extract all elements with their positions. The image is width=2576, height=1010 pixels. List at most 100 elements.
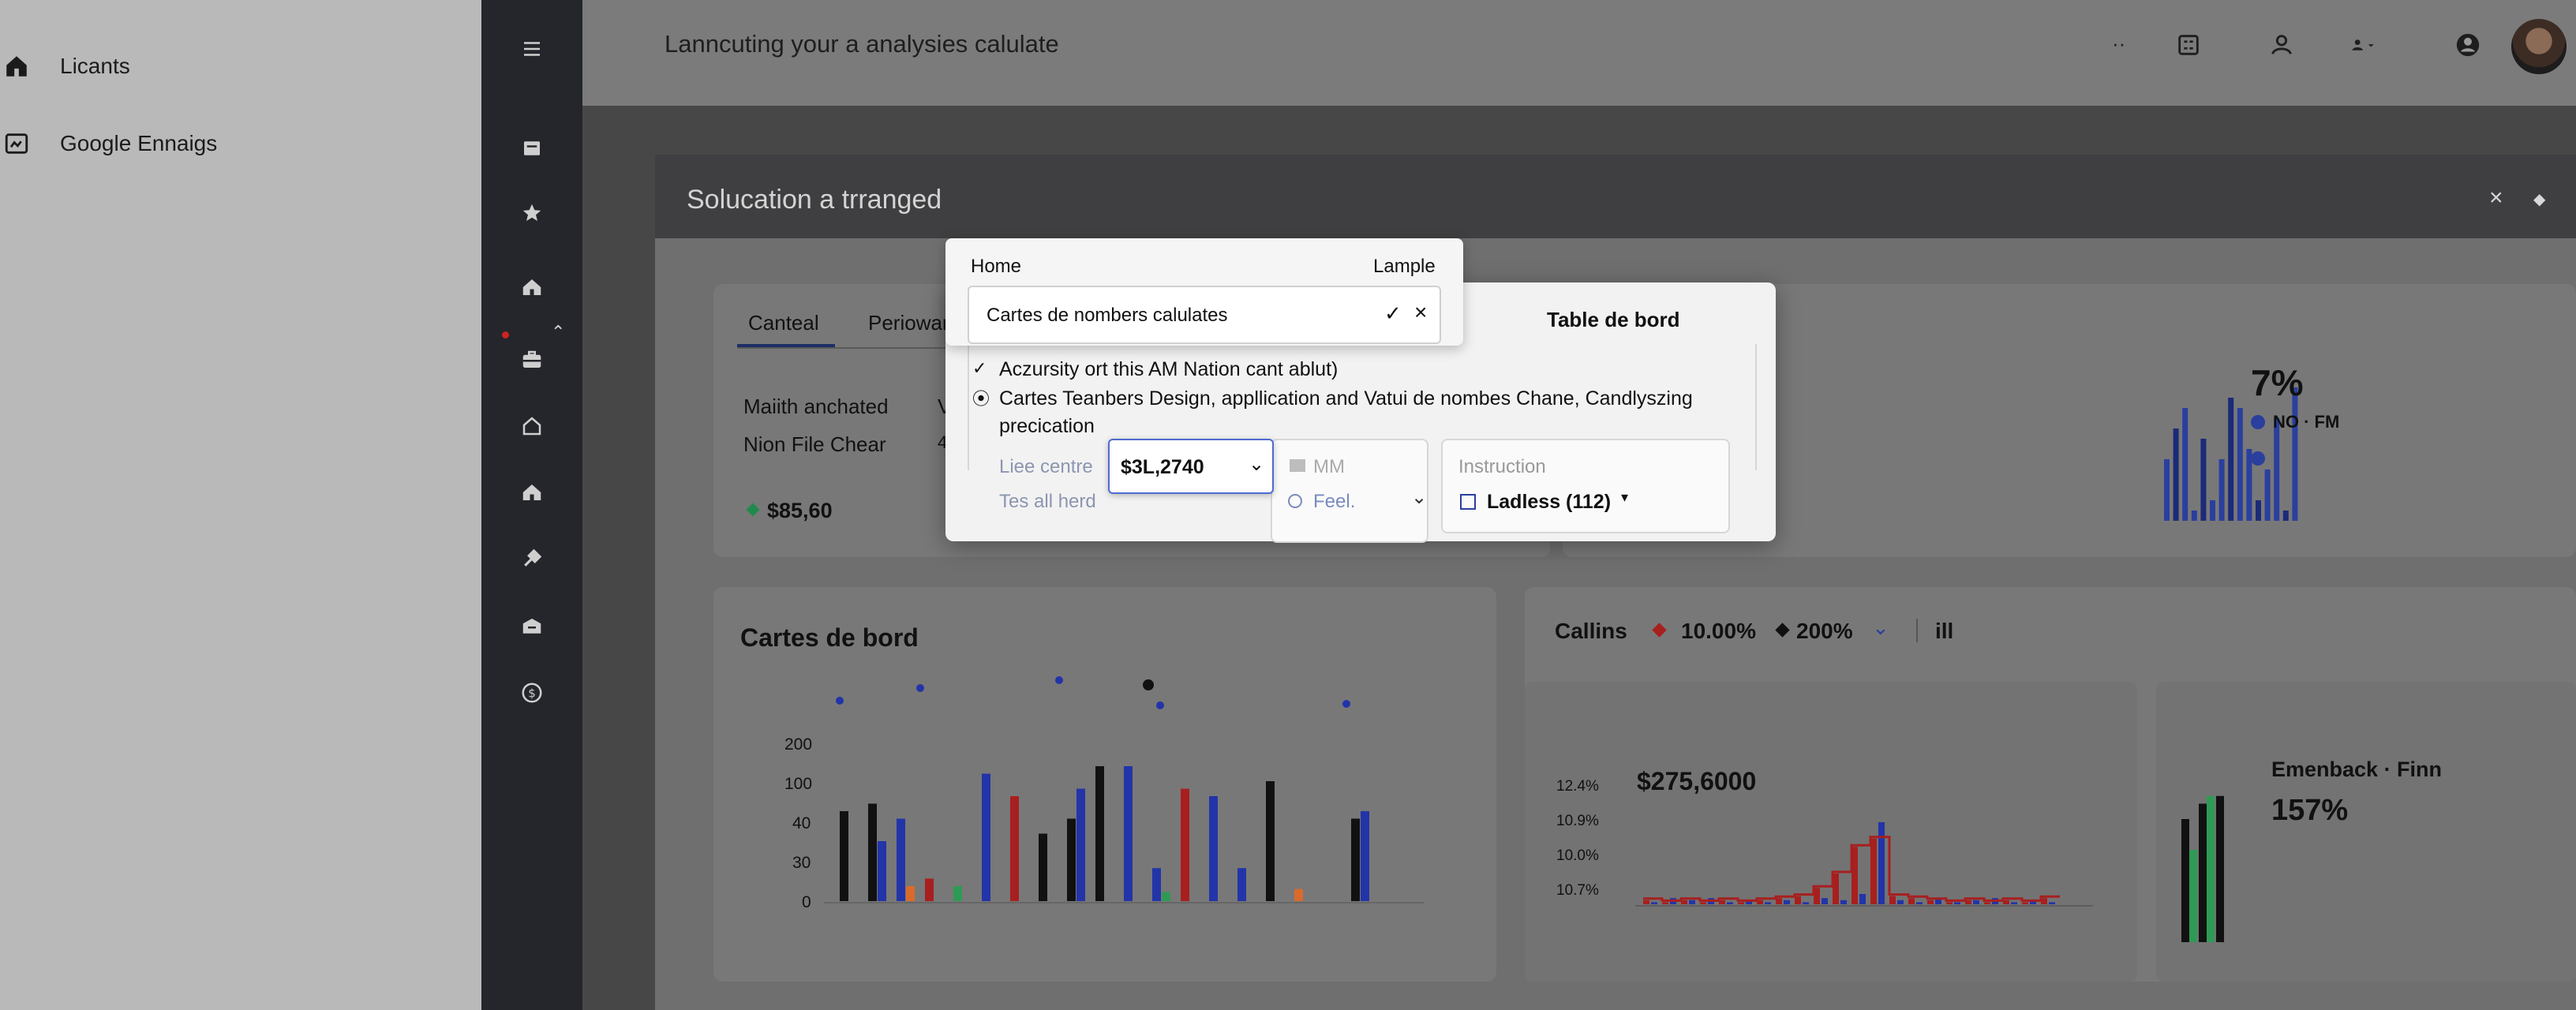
dialog-head-left: Home bbox=[971, 256, 1022, 277]
list-item-check[interactable]: Aczursity ort this AM Nation cant ablut) bbox=[999, 358, 1338, 381]
summary-amount: $85,60 bbox=[767, 499, 833, 522]
bar bbox=[1124, 766, 1133, 901]
bar bbox=[953, 886, 962, 901]
bar bbox=[1908, 898, 1915, 904]
mini-bar bbox=[2237, 408, 2243, 521]
mini-bar bbox=[2282, 511, 2289, 521]
dollar-icon[interactable]: $ bbox=[513, 674, 551, 712]
left-panel: Licants Google Ennaigs bbox=[0, 0, 481, 1010]
bar bbox=[1181, 788, 1189, 901]
pin-icon[interactable]: ◆ bbox=[2533, 189, 2545, 209]
mini-bar bbox=[2274, 418, 2280, 521]
bar bbox=[2022, 902, 2028, 904]
bar bbox=[1973, 900, 1979, 904]
avatar[interactable] bbox=[2511, 19, 2567, 74]
menu-icon[interactable] bbox=[513, 30, 551, 68]
scatter-point bbox=[916, 684, 924, 692]
star-icon[interactable] bbox=[513, 194, 551, 232]
bar bbox=[925, 878, 934, 901]
dialog-header-card: Home Lample Cartes de nombers calulates … bbox=[945, 238, 1463, 346]
nav-item-label: Licants bbox=[60, 54, 130, 78]
bar bbox=[840, 811, 848, 901]
bar bbox=[1651, 902, 1657, 904]
bar bbox=[1700, 902, 1706, 904]
bar bbox=[1738, 902, 1744, 904]
account-menu-icon[interactable] bbox=[2331, 24, 2394, 66]
bar bbox=[1266, 781, 1275, 901]
more-dots[interactable]: ·· bbox=[2112, 32, 2125, 56]
bar bbox=[1067, 818, 1076, 901]
feel-label: Feel. bbox=[1313, 491, 1356, 512]
confirm-check-icon[interactable]: ✓ bbox=[1384, 301, 1402, 326]
bar bbox=[1643, 900, 1649, 904]
mini-bar bbox=[2164, 459, 2170, 521]
callins-card: Callins 10.00% 200% ⌄ ill $275,6000 12.4… bbox=[1525, 587, 2576, 982]
field-label: Tes all herd bbox=[999, 491, 1096, 512]
chevron-up-icon[interactable]: ⌃ bbox=[551, 322, 565, 342]
ladless-label: Ladless (112) bbox=[1487, 491, 1612, 513]
profile-circle-icon[interactable] bbox=[2447, 24, 2489, 66]
page-title: Lanncuting your a analysies calulate bbox=[665, 30, 1059, 58]
bar bbox=[1294, 888, 1303, 901]
instruction-field[interactable] bbox=[1441, 439, 1730, 533]
tools-icon[interactable] bbox=[513, 540, 551, 578]
building-icon[interactable] bbox=[513, 473, 551, 511]
checkbox[interactable] bbox=[1460, 494, 1476, 510]
bar bbox=[1010, 796, 1019, 901]
side-title: Table de bord bbox=[1547, 308, 1680, 331]
mini-bar bbox=[2210, 500, 2215, 521]
radio-icon[interactable] bbox=[1288, 494, 1302, 508]
bar bbox=[1784, 900, 1790, 904]
nav-item-licants[interactable]: Licants bbox=[0, 43, 130, 90]
bar bbox=[1765, 902, 1771, 904]
bar bbox=[1889, 896, 1896, 904]
amount-select-value: $3L,2740 bbox=[1121, 456, 1204, 478]
home-icon[interactable] bbox=[513, 407, 551, 445]
scatter-point bbox=[1156, 701, 1164, 709]
bar bbox=[1689, 900, 1695, 904]
bar bbox=[1822, 898, 1828, 904]
legend-label: NO · FM bbox=[2273, 412, 2340, 432]
close-icon[interactable]: × bbox=[1414, 300, 1427, 325]
mini-bar bbox=[2228, 398, 2234, 521]
bar bbox=[2207, 795, 2215, 942]
amount-select[interactable]: $3L,2740 ⌄ bbox=[1108, 439, 1274, 494]
list-item-radio[interactable]: Cartes Teanbers Design, appllication and… bbox=[999, 385, 1709, 440]
user-icon[interactable] bbox=[2260, 24, 2303, 66]
dashboard-icon[interactable] bbox=[513, 268, 551, 306]
mm-label: MM bbox=[1313, 456, 1345, 477]
briefcase-icon[interactable] bbox=[513, 341, 551, 379]
combo-input[interactable]: Cartes de nombers calulates ✓ × bbox=[968, 286, 1441, 344]
notification-dot bbox=[502, 331, 509, 339]
bar bbox=[878, 841, 886, 901]
legend-dot bbox=[2251, 415, 2265, 429]
window-header: Solucation a trranged × ◆ bbox=[655, 155, 2576, 238]
percent-value: 7% bbox=[2251, 362, 2304, 403]
bar bbox=[2199, 803, 2207, 942]
nav-item-label: Google Ennaigs bbox=[60, 131, 218, 155]
chevron-down-icon[interactable]: ⌄ bbox=[1411, 486, 1427, 509]
bar bbox=[1878, 822, 1885, 904]
tab-divider bbox=[737, 347, 974, 349]
bar bbox=[2049, 902, 2055, 904]
mini-bar bbox=[2182, 408, 2188, 521]
close-icon[interactable]: × bbox=[2489, 185, 2503, 211]
layout-icon[interactable] bbox=[513, 129, 551, 167]
mini-bar bbox=[2191, 511, 2197, 521]
bar bbox=[1859, 894, 1866, 904]
tab-canteal[interactable]: Canteal bbox=[748, 311, 819, 335]
tab-periowar[interactable]: Periowar bbox=[868, 311, 949, 335]
calculator-icon[interactable] bbox=[2167, 24, 2210, 66]
bar bbox=[1984, 902, 1990, 904]
caret-down-icon[interactable]: ▾ bbox=[1621, 489, 1628, 506]
cartes-bar-chart bbox=[824, 676, 1424, 903]
scatter-point bbox=[836, 697, 844, 705]
bar bbox=[1351, 818, 1360, 901]
nav-item-google[interactable]: Google Ennaigs bbox=[0, 120, 217, 167]
bar bbox=[1727, 902, 1733, 904]
bar bbox=[2189, 850, 2197, 942]
box-icon[interactable] bbox=[513, 608, 551, 645]
bar bbox=[982, 773, 990, 901]
image-icon bbox=[5, 133, 28, 154]
bar bbox=[1237, 868, 1246, 901]
